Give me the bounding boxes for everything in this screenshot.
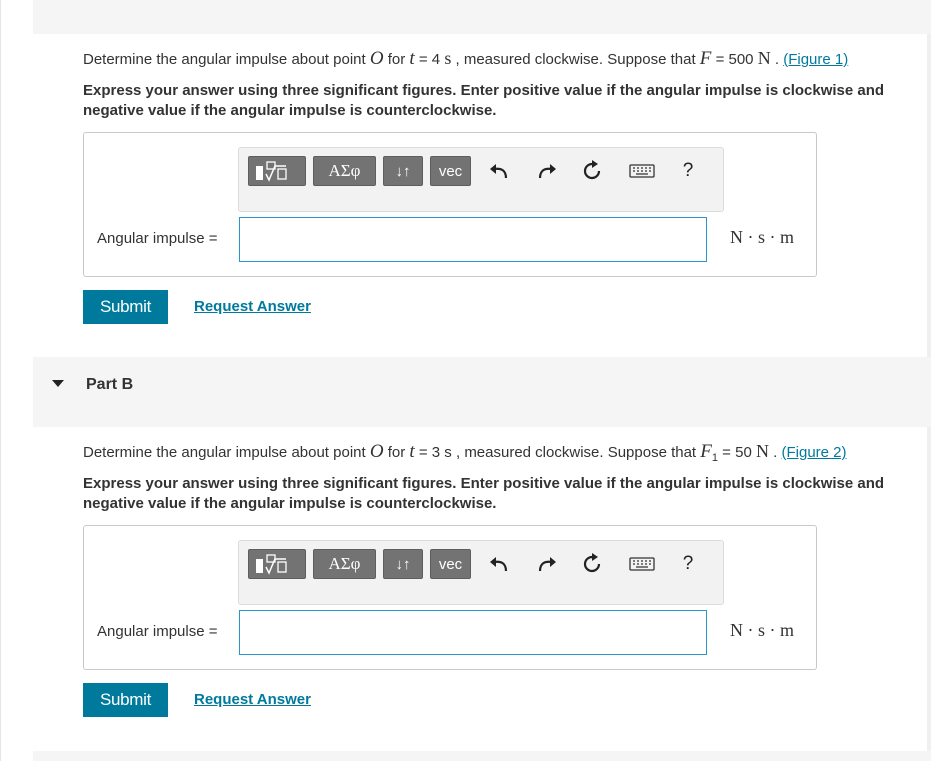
- angular-impulse-input[interactable]: [239, 610, 707, 655]
- question-text: , measured clockwise. Suppose that: [451, 51, 700, 68]
- undo-icon[interactable]: [486, 158, 512, 184]
- force-unit: N: [757, 48, 771, 68]
- part-a-header-band: [33, 0, 931, 34]
- part-b-answer-box: ΑΣφ ↓↑ vec ? Angular impulse = N · s · m: [83, 525, 817, 670]
- keyboard-icon[interactable]: [627, 551, 657, 577]
- greek-button[interactable]: ΑΣφ: [313, 549, 376, 579]
- greek-icon: ΑΣφ: [328, 554, 361, 573]
- answer-label: Angular impulse =: [97, 230, 218, 247]
- angular-impulse-input[interactable]: [239, 217, 707, 262]
- greek-button[interactable]: ΑΣφ: [313, 156, 376, 186]
- greek-icon: ΑΣφ: [328, 161, 361, 180]
- question-text: for: [383, 51, 410, 68]
- force-unit: N: [755, 441, 769, 461]
- submit-button[interactable]: Submit: [83, 683, 168, 717]
- answer-label: Angular impulse =: [97, 623, 218, 640]
- help-icon[interactable]: ?: [675, 158, 701, 184]
- math-toolbar: ΑΣφ ↓↑ vec ?: [238, 147, 724, 212]
- redo-icon[interactable]: [534, 158, 560, 184]
- subscript-icon: ↓↑: [395, 162, 411, 180]
- figure-2-link[interactable]: (Figure 2): [781, 444, 846, 461]
- templates-icon: [256, 554, 287, 575]
- subscript-button[interactable]: ↓↑: [383, 156, 423, 186]
- help-icon[interactable]: ?: [675, 551, 701, 577]
- collapse-caret-icon[interactable]: [52, 380, 64, 387]
- force-value: = 50: [718, 444, 756, 461]
- unit-label: N · s · m: [730, 227, 794, 247]
- force-value: = 500: [711, 51, 758, 68]
- templates-button[interactable]: [248, 156, 306, 186]
- redo-icon[interactable]: [534, 551, 560, 577]
- subscript-icon: ↓↑: [395, 555, 411, 573]
- templates-icon: [256, 161, 287, 182]
- force-symbol: F: [699, 48, 712, 69]
- submit-button[interactable]: Submit: [83, 290, 168, 324]
- figure-1-link[interactable]: (Figure 1): [783, 51, 848, 68]
- vector-icon: vec: [438, 162, 463, 180]
- reset-icon[interactable]: [579, 551, 605, 577]
- vector-button[interactable]: vec: [430, 549, 471, 579]
- question-text: , measured clockwise. Suppose that: [451, 444, 701, 461]
- part-a-answer-box: ΑΣφ ↓↑ vec ? Angular impulse = N · s · m: [83, 132, 817, 277]
- point-symbol: O: [369, 48, 384, 69]
- next-part-band: [33, 751, 931, 761]
- force-symbol: F: [700, 441, 712, 462]
- request-answer-link[interactable]: Request Answer: [194, 298, 311, 315]
- part-a-question: Determine the angular impulse about poin…: [83, 48, 848, 70]
- request-answer-link[interactable]: Request Answer: [194, 691, 311, 708]
- vector-icon: vec: [438, 555, 463, 573]
- question-text: Determine the angular impulse about poin…: [83, 444, 370, 461]
- subscript-button[interactable]: ↓↑: [383, 549, 423, 579]
- undo-icon[interactable]: [486, 551, 512, 577]
- left-border: [0, 0, 1, 761]
- reset-icon[interactable]: [579, 158, 605, 184]
- part-b-question: Determine the angular impulse about poin…: [83, 441, 847, 464]
- question-text: Determine the angular impulse about poin…: [83, 51, 370, 68]
- unit-label: N · s · m: [730, 620, 794, 640]
- time-value: = 4: [414, 51, 445, 68]
- question-text: .: [768, 444, 782, 461]
- time-value: = 3 s: [414, 444, 452, 461]
- vector-button[interactable]: vec: [430, 156, 471, 186]
- question-text: .: [770, 51, 784, 68]
- part-b-instruction: Express your answer using three signific…: [83, 475, 885, 512]
- part-b-header-band: [33, 357, 931, 427]
- part-a-instruction: Express your answer using three signific…: [83, 82, 885, 119]
- point-symbol: O: [369, 441, 384, 462]
- keyboard-icon[interactable]: [627, 158, 657, 184]
- math-toolbar: ΑΣφ ↓↑ vec ?: [238, 540, 724, 605]
- templates-button[interactable]: [248, 549, 306, 579]
- part-b-title[interactable]: Part B: [86, 376, 133, 394]
- question-text: for: [383, 444, 410, 461]
